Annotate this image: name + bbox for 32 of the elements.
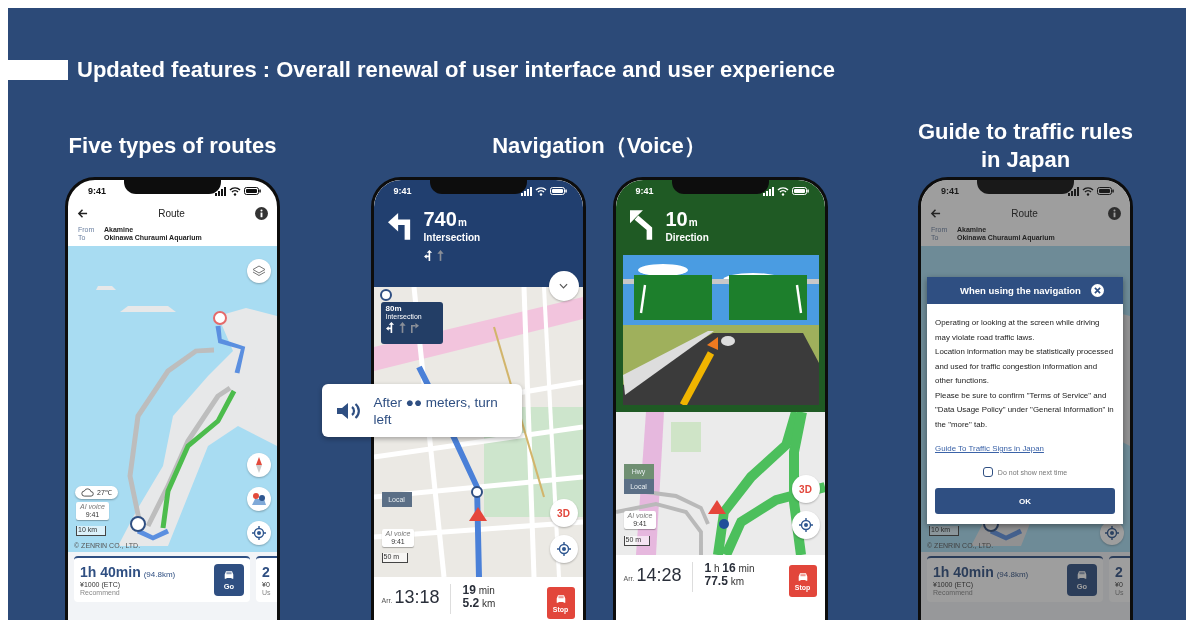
route-duration: 1h 40min bbox=[933, 564, 994, 580]
status-time: 9:41 bbox=[941, 186, 959, 196]
trip-duration: 19 min bbox=[462, 584, 496, 597]
maneuver-label: Intersection bbox=[423, 232, 481, 243]
distance-value: 740 bbox=[423, 208, 457, 230]
section-title: Navigation（Voice） bbox=[491, 132, 707, 160]
route-duration: 2 bbox=[1115, 564, 1123, 580]
section-title: Guide to traffic rules in Japan bbox=[916, 118, 1135, 174]
screen-title: Route bbox=[158, 207, 185, 219]
trip-distance: 5.2 km bbox=[462, 597, 497, 610]
section-title: Five types of routes bbox=[67, 132, 278, 160]
arrival-time: 13:18 bbox=[394, 586, 440, 609]
status-time: 9:41 bbox=[88, 186, 106, 196]
distance-unit: m bbox=[688, 217, 698, 228]
route-distance: (94.8km) bbox=[143, 570, 176, 579]
status-time: 9:41 bbox=[635, 186, 654, 196]
route-duration: 2 bbox=[262, 564, 270, 580]
voice-instruction: After ●● meters, turn left bbox=[373, 393, 499, 428]
route-distance: (94.8km) bbox=[996, 570, 1029, 579]
ok-button[interactable]: OK bbox=[935, 488, 1115, 514]
maneuver-label: Direction bbox=[665, 232, 709, 243]
trip-distance: 77.5 km bbox=[704, 575, 745, 588]
status-time: 9:41 bbox=[393, 186, 412, 196]
arrival-time: 14:28 bbox=[636, 564, 682, 587]
route-duration: 1h 40min bbox=[80, 564, 141, 580]
distance-value: 10 bbox=[665, 208, 688, 230]
distance-unit: m bbox=[457, 217, 467, 228]
slide-heading: Updated features : Overall renewal of user interface and user experience bbox=[77, 57, 836, 83]
screen-title: Route bbox=[1011, 207, 1038, 219]
trip-duration: 1 h 16 min bbox=[704, 562, 756, 575]
dialog-title: When using the navigation bbox=[960, 285, 1081, 296]
next-distance: 80m bbox=[385, 304, 403, 313]
